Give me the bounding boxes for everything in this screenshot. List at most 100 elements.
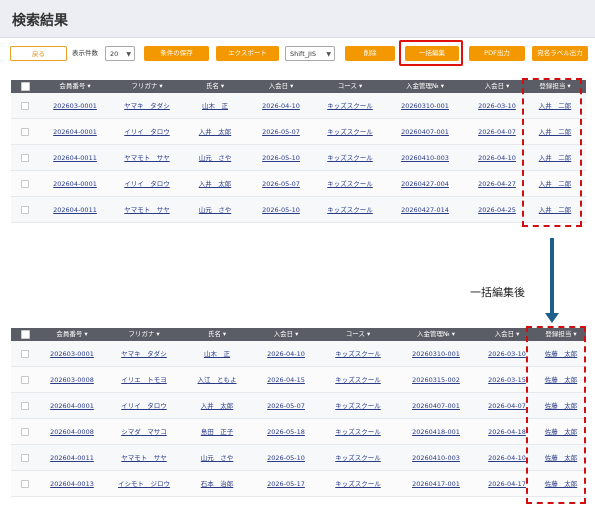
col-name[interactable]: 氏名 ▾ — [185, 328, 249, 341]
cell-furigana[interactable]: イリイ タロウ — [111, 119, 183, 145]
cell-member-no[interactable]: 202604-0011 — [41, 145, 109, 171]
cell-member-no[interactable]: 202604-0013 — [41, 471, 103, 497]
col-member-no[interactable]: 会員番号 ▾ — [41, 80, 109, 93]
cell-payment-no[interactable]: 20260310-001 — [395, 341, 477, 367]
cell-join-date[interactable]: 2026-05-17 — [251, 471, 321, 497]
cell-join-date[interactable]: 2026-04-10 — [251, 341, 321, 367]
row-checkbox[interactable] — [21, 454, 29, 462]
cell-name[interactable]: 入井 太郎 — [185, 393, 249, 419]
pdf-export-button[interactable]: PDF出力 — [469, 46, 525, 61]
export-button[interactable]: エクスポート — [216, 46, 279, 61]
cell-name[interactable]: 入江 ともよ — [185, 367, 249, 393]
cell-join-date[interactable]: 2026-05-10 — [247, 145, 315, 171]
cell-name[interactable]: 山元 さや — [185, 145, 245, 171]
cell-course[interactable]: キッズスクール — [323, 471, 393, 497]
cell-member-no[interactable]: 202604-0011 — [41, 197, 109, 223]
cell-member-no[interactable]: 202604-0001 — [41, 171, 109, 197]
col-course[interactable]: コース ▾ — [323, 328, 393, 341]
cell-join-date[interactable]: 2026-04-15 — [251, 367, 321, 393]
cell-payment-no[interactable]: 20260410-003 — [395, 445, 477, 471]
cell-payment-no[interactable]: 20260427-014 — [385, 197, 465, 223]
select-all-checkbox[interactable] — [21, 82, 30, 91]
cell-furigana[interactable]: イリイ タロウ — [105, 393, 183, 419]
col-name[interactable]: 氏名 ▾ — [185, 80, 245, 93]
row-checkbox[interactable] — [21, 402, 29, 410]
col-payment-no[interactable]: 入金管理№ ▾ — [395, 328, 477, 341]
col-course[interactable]: コース ▾ — [317, 80, 383, 93]
cell-name[interactable]: 入井 太郎 — [185, 119, 245, 145]
cell-course[interactable]: キッズスクール — [317, 171, 383, 197]
cell-member-no[interactable]: 202603-0008 — [41, 367, 103, 393]
cell-payment-no[interactable]: 20260410-003 — [385, 145, 465, 171]
cell-name[interactable]: 島田 正子 — [185, 419, 249, 445]
cell-course[interactable]: キッズスクール — [323, 341, 393, 367]
cell-join-date[interactable]: 2026-05-10 — [247, 197, 315, 223]
cell-join-date[interactable]: 2026-05-10 — [251, 445, 321, 471]
cell-course[interactable]: キッズスクール — [317, 93, 383, 119]
row-checkbox[interactable] — [21, 206, 29, 214]
cell-join-date[interactable]: 2026-05-07 — [247, 171, 315, 197]
cell-payment-no[interactable]: 20260407-001 — [395, 393, 477, 419]
cell-course[interactable]: キッズスクール — [323, 419, 393, 445]
encoding-select[interactable]: Shift_JIS ▼ — [285, 46, 335, 61]
cell-course[interactable]: キッズスクール — [323, 367, 393, 393]
save-conditions-button[interactable]: 条件の保存 — [144, 46, 209, 61]
col-furigana[interactable]: フリガナ ▾ — [105, 328, 183, 341]
col-join-date-2[interactable]: 入会日 ▾ — [467, 80, 527, 93]
cell-furigana[interactable]: イリイ タロウ — [111, 171, 183, 197]
cell-name[interactable]: 山元 さや — [185, 197, 245, 223]
cell-furigana[interactable]: ヤマキ タダシ — [111, 93, 183, 119]
cell-course[interactable]: キッズスクール — [317, 197, 383, 223]
cell-payment-no[interactable]: 20260315-002 — [395, 367, 477, 393]
address-label-button[interactable]: 宛名ラベル出力 — [532, 46, 588, 61]
cell-furigana[interactable]: ヤマモト サヤ — [111, 145, 183, 171]
row-checkbox[interactable] — [21, 350, 29, 358]
col-member-no[interactable]: 会員番号 ▾ — [41, 328, 103, 341]
cell-name[interactable]: 山元 さや — [185, 445, 249, 471]
cell-payment-no[interactable]: 20260427-004 — [385, 171, 465, 197]
cell-furigana[interactable]: イシモト ジロウ — [105, 471, 183, 497]
cell-name[interactable]: 石本 治郎 — [185, 471, 249, 497]
cell-name[interactable]: 山木 正 — [185, 93, 245, 119]
cell-payment-no[interactable]: 20260310-001 — [385, 93, 465, 119]
cell-join-date[interactable]: 2026-05-07 — [251, 393, 321, 419]
cell-join-date[interactable]: 2026-05-18 — [251, 419, 321, 445]
cell-member-no[interactable]: 202603-0001 — [41, 341, 103, 367]
col-join-date[interactable]: 入会日 ▾ — [247, 80, 315, 93]
cell-member-no[interactable]: 202604-0001 — [41, 393, 103, 419]
cell-join-date-2[interactable]: 2026-04-07 — [467, 119, 527, 145]
cell-join-date-2[interactable]: 2026-04-25 — [467, 197, 527, 223]
cell-payment-no[interactable]: 20260417-001 — [395, 471, 477, 497]
select-all-checkbox[interactable] — [21, 330, 30, 339]
cell-furigana[interactable]: シマダ マサコ — [105, 419, 183, 445]
cell-member-no[interactable]: 202604-0008 — [41, 419, 103, 445]
cell-join-date-2[interactable]: 2026-03-10 — [467, 93, 527, 119]
cell-join-date-2[interactable]: 2026-04-27 — [467, 171, 527, 197]
cell-furigana[interactable]: ヤマモト サヤ — [111, 197, 183, 223]
col-join-date[interactable]: 入会日 ▾ — [251, 328, 321, 341]
cell-payment-no[interactable]: 20260418-001 — [395, 419, 477, 445]
cell-furigana[interactable]: ヤマモト サヤ — [105, 445, 183, 471]
row-checkbox[interactable] — [21, 154, 29, 162]
cell-furigana[interactable]: ヤマキ タダシ — [105, 341, 183, 367]
cell-course[interactable]: キッズスクール — [323, 393, 393, 419]
cell-course[interactable]: キッズスクール — [317, 145, 383, 171]
cell-join-date[interactable]: 2026-05-07 — [247, 119, 315, 145]
cell-name[interactable]: 入井 太郎 — [185, 171, 245, 197]
col-furigana[interactable]: フリガナ ▾ — [111, 80, 183, 93]
cell-member-no[interactable]: 202604-0011 — [41, 445, 103, 471]
row-checkbox[interactable] — [21, 376, 29, 384]
row-checkbox[interactable] — [21, 428, 29, 436]
cell-furigana[interactable]: イリエ トモヨ — [105, 367, 183, 393]
display-count-select[interactable]: 20 ▼ — [105, 46, 135, 61]
cell-member-no[interactable]: 202603-0001 — [41, 93, 109, 119]
delete-button[interactable]: 削除 — [345, 46, 395, 61]
cell-member-no[interactable]: 202604-0001 — [41, 119, 109, 145]
col-payment-no[interactable]: 入金管理№ ▾ — [385, 80, 465, 93]
row-checkbox[interactable] — [21, 128, 29, 136]
cell-name[interactable]: 山木 正 — [185, 341, 249, 367]
cell-payment-no[interactable]: 20260407-001 — [385, 119, 465, 145]
cell-join-date[interactable]: 2026-04-10 — [247, 93, 315, 119]
cell-course[interactable]: キッズスクール — [317, 119, 383, 145]
row-checkbox[interactable] — [21, 102, 29, 110]
